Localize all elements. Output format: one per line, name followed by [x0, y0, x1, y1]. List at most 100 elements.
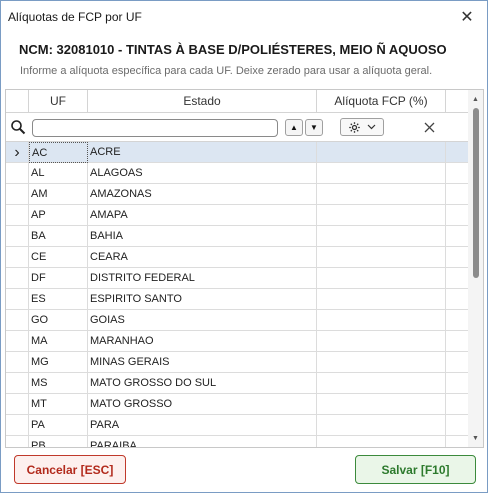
- row-indicator[interactable]: [6, 205, 29, 226]
- uf-cell: PB: [29, 436, 88, 447]
- column-settings-button[interactable]: [340, 118, 384, 136]
- grid-header: UF Estado Alíquota FCP (%): [6, 90, 483, 113]
- aliquota-cell[interactable]: [317, 310, 446, 331]
- row-indicator[interactable]: [6, 247, 29, 268]
- table-row[interactable]: AM AMAZONAS: [6, 184, 483, 205]
- triangle-up-icon: ▲: [290, 123, 298, 132]
- clear-filter-button[interactable]: [419, 118, 439, 136]
- row-indicator[interactable]: [6, 310, 29, 331]
- aliquota-cell[interactable]: [317, 289, 446, 310]
- uf-cell: AL: [29, 163, 88, 184]
- cancel-button[interactable]: Cancelar [ESC]: [14, 455, 126, 484]
- row-indicator-header: [6, 90, 29, 113]
- row-indicator[interactable]: [6, 268, 29, 289]
- estado-cell: MINAS GERAIS: [88, 352, 317, 373]
- uf-cell: ES: [29, 289, 88, 310]
- save-button[interactable]: Salvar [F10]: [355, 455, 476, 484]
- table-row[interactable]: MG MINAS GERAIS: [6, 352, 483, 373]
- estado-cell: AMAZONAS: [88, 184, 317, 205]
- uf-cell: DF: [29, 268, 88, 289]
- filter-row: ▲ ▼: [6, 113, 483, 142]
- aliquota-cell[interactable]: [317, 142, 446, 163]
- search-icon[interactable]: [10, 119, 26, 135]
- row-indicator[interactable]: [6, 331, 29, 352]
- table-row[interactable]: › AC ACRE: [6, 142, 483, 163]
- uf-cell: GO: [29, 310, 88, 331]
- close-button[interactable]: ✕: [447, 1, 487, 32]
- aliquota-cell[interactable]: [317, 415, 446, 436]
- uf-rates-grid: UF Estado Alíquota FCP (%) ▲ ▼ › AC ACRE…: [5, 89, 484, 448]
- aliquota-cell[interactable]: [317, 184, 446, 205]
- sort-down-button[interactable]: ▼: [305, 119, 323, 136]
- grid-rows: › AC ACRE AL ALAGOAS AM AMAZONAS AP AMAPA BA BAHIA…: [6, 142, 483, 447]
- scroll-up-arrow-icon[interactable]: ▲: [468, 92, 483, 106]
- gear-icon: [349, 121, 360, 133]
- title-bar: Alíquotas de FCP por UF ✕: [1, 1, 487, 32]
- row-indicator[interactable]: [6, 373, 29, 394]
- table-row[interactable]: BA BAHIA: [6, 226, 483, 247]
- window-title: Alíquotas de FCP por UF: [8, 10, 142, 24]
- chevron-right-icon: ›: [14, 144, 20, 161]
- scroll-thumb[interactable]: [473, 108, 479, 278]
- sort-up-button[interactable]: ▲: [285, 119, 303, 136]
- table-row[interactable]: PA PARA: [6, 415, 483, 436]
- aliquota-cell[interactable]: [317, 352, 446, 373]
- table-row[interactable]: AP AMAPA: [6, 205, 483, 226]
- table-row[interactable]: PB PARAIBA: [6, 436, 483, 447]
- row-indicator[interactable]: [6, 436, 29, 447]
- uf-cell: MG: [29, 352, 88, 373]
- estado-cell: PARAIBA: [88, 436, 317, 447]
- row-indicator[interactable]: [6, 289, 29, 310]
- column-header-uf[interactable]: UF: [29, 90, 88, 113]
- estado-cell: MARANHAO: [88, 331, 317, 352]
- estado-cell: PARA: [88, 415, 317, 436]
- table-row[interactable]: AL ALAGOAS: [6, 163, 483, 184]
- row-indicator[interactable]: [6, 394, 29, 415]
- row-indicator[interactable]: [6, 226, 29, 247]
- estado-cell: ALAGOAS: [88, 163, 317, 184]
- row-indicator[interactable]: ›: [6, 142, 29, 163]
- vertical-scrollbar[interactable]: ▲ ▼: [468, 90, 483, 447]
- aliquota-cell[interactable]: [317, 163, 446, 184]
- triangle-down-icon: ▼: [310, 123, 318, 132]
- column-header-aliquota[interactable]: Alíquota FCP (%): [317, 90, 446, 113]
- chevron-down-icon: [367, 124, 376, 130]
- uf-cell: AC: [29, 142, 88, 163]
- table-row[interactable]: MA MARANHAO: [6, 331, 483, 352]
- instructions-text: Informe a alíquota específica para cada …: [20, 65, 433, 77]
- uf-cell: AP: [29, 205, 88, 226]
- row-indicator[interactable]: [6, 415, 29, 436]
- aliquota-cell[interactable]: [317, 436, 446, 447]
- scroll-down-arrow-icon[interactable]: ▼: [468, 431, 483, 445]
- table-row[interactable]: MT MATO GROSSO: [6, 394, 483, 415]
- aliquota-cell[interactable]: [317, 268, 446, 289]
- aliquota-cell[interactable]: [317, 205, 446, 226]
- filter-input[interactable]: [32, 119, 278, 137]
- aliquota-cell[interactable]: [317, 226, 446, 247]
- uf-cell: BA: [29, 226, 88, 247]
- dialog-window: Alíquotas de FCP por UF ✕ NCM: 32081010 …: [0, 0, 488, 493]
- estado-cell: ACRE: [88, 142, 317, 163]
- row-indicator[interactable]: [6, 352, 29, 373]
- uf-cell: MS: [29, 373, 88, 394]
- column-header-estado[interactable]: Estado: [88, 90, 317, 113]
- uf-cell: CE: [29, 247, 88, 268]
- uf-cell: AM: [29, 184, 88, 205]
- table-row[interactable]: GO GOIAS: [6, 310, 483, 331]
- ncm-title: NCM: 32081010 - TINTAS À BASE D/POLIÉSTE…: [19, 42, 447, 57]
- estado-cell: MATO GROSSO DO SUL: [88, 373, 317, 394]
- aliquota-cell[interactable]: [317, 247, 446, 268]
- estado-cell: BAHIA: [88, 226, 317, 247]
- close-icon: ✕: [460, 8, 474, 26]
- table-row[interactable]: ES ESPIRITO SANTO: [6, 289, 483, 310]
- aliquota-cell[interactable]: [317, 373, 446, 394]
- row-indicator[interactable]: [6, 163, 29, 184]
- aliquota-cell[interactable]: [317, 331, 446, 352]
- table-row[interactable]: DF DISTRITO FEDERAL: [6, 268, 483, 289]
- dialog-header: NCM: 32081010 - TINTAS À BASE D/POLIÉSTE…: [1, 32, 487, 84]
- aliquota-cell[interactable]: [317, 394, 446, 415]
- row-indicator[interactable]: [6, 184, 29, 205]
- table-row[interactable]: CE CEARA: [6, 247, 483, 268]
- dialog-footer: Cancelar [ESC] Salvar [F10]: [1, 450, 487, 492]
- table-row[interactable]: MS MATO GROSSO DO SUL: [6, 373, 483, 394]
